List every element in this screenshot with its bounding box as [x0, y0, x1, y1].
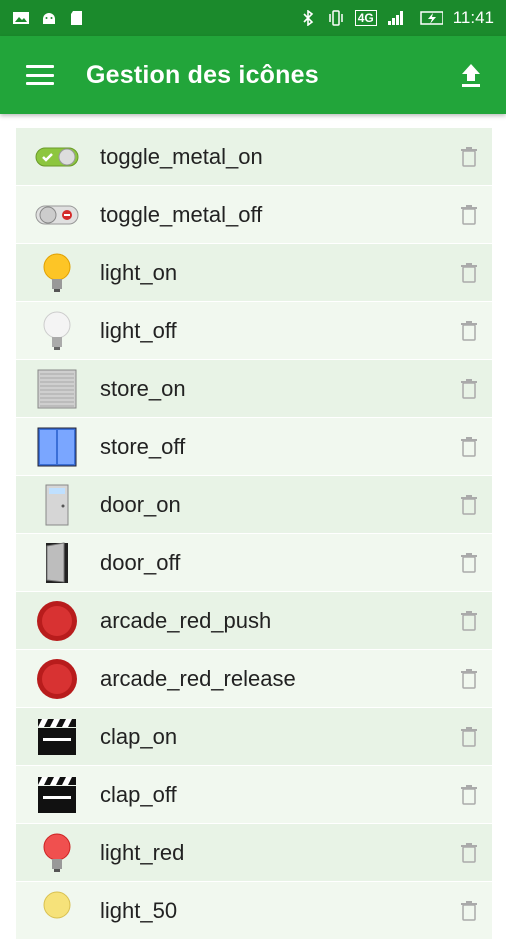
list-item[interactable]: toggle_metal_off: [16, 186, 492, 243]
trash-icon[interactable]: [460, 262, 478, 284]
icon-name-label: toggle_metal_on: [100, 143, 263, 169]
list-item[interactable]: arcade_red_release: [16, 650, 492, 707]
trash-icon[interactable]: [460, 610, 478, 632]
icon-name-label: door_on: [100, 491, 181, 517]
trash-icon[interactable]: [460, 320, 478, 342]
signal-icon: [387, 11, 403, 25]
store-off-icon: [34, 425, 80, 469]
list-item[interactable]: door_on: [16, 476, 492, 533]
icon-name-label: light_on: [100, 259, 178, 285]
upload-icon[interactable]: [460, 62, 482, 88]
icon-name-label: arcade_red_release: [100, 665, 296, 691]
battery-charging-icon: [419, 11, 443, 25]
trash-icon[interactable]: [460, 900, 478, 922]
trash-icon[interactable]: [460, 552, 478, 574]
toggle-on-icon: [34, 135, 80, 179]
trash-icon[interactable]: [460, 146, 478, 168]
clock: 11:41: [452, 8, 494, 27]
list-item[interactable]: clap_on: [16, 708, 492, 765]
trash-icon[interactable]: [460, 668, 478, 690]
bulb-yellow-icon: [34, 889, 80, 933]
vibrate-icon: [328, 10, 343, 26]
network-type: 4G: [354, 10, 377, 26]
icon-name-label: light_50: [100, 897, 178, 923]
door-on-icon: [34, 483, 80, 527]
bulb-on-icon: [34, 251, 80, 295]
bulb-off-icon: [34, 309, 80, 353]
icon-list: toggle_metal_on toggle_metal_off light_onl…: [16, 128, 492, 940]
menu-icon[interactable]: [26, 65, 54, 85]
list-item[interactable]: store_on: [16, 360, 492, 417]
trash-icon[interactable]: [460, 494, 478, 516]
list-item[interactable]: light_off: [16, 302, 492, 359]
bulb-red-icon: [34, 831, 80, 875]
icon-name-label: light_red: [100, 839, 185, 865]
trash-icon[interactable]: [460, 436, 478, 458]
icon-name-label: store_off: [100, 433, 186, 459]
store-on-icon: [34, 367, 80, 411]
trash-icon[interactable]: [460, 842, 478, 864]
icon-name-label: arcade_red_push: [100, 607, 272, 633]
icon-name-label: light_off: [100, 317, 177, 343]
trash-icon[interactable]: [460, 726, 478, 748]
arcade-icon: [34, 657, 80, 701]
trash-icon[interactable]: [460, 784, 478, 806]
clap-icon: [34, 715, 80, 759]
page-title: Gestion des icônes: [86, 60, 319, 89]
sd-card-icon: [71, 11, 82, 25]
list-item[interactable]: light_red: [16, 824, 492, 881]
list-item[interactable]: clap_off: [16, 766, 492, 823]
list-item[interactable]: light_50: [16, 882, 492, 939]
list-item[interactable]: arcade_red_push: [16, 592, 492, 649]
arcade-icon: [34, 599, 80, 643]
trash-icon[interactable]: [460, 204, 478, 226]
app-bar: Gestion des icônes: [0, 36, 506, 114]
icon-name-label: clap_off: [100, 781, 177, 807]
icon-name-label: door_off: [100, 549, 181, 575]
icon-name-label: toggle_metal_off: [100, 201, 263, 227]
toggle-off-icon: [34, 193, 80, 237]
list-item[interactable]: light_on: [16, 244, 492, 301]
icon-name-label: store_on: [100, 375, 186, 401]
clap-icon: [34, 773, 80, 817]
bluetooth-icon: [303, 10, 313, 26]
trash-icon[interactable]: [460, 378, 478, 400]
list-item[interactable]: door_off: [16, 534, 492, 591]
door-off-icon: [34, 541, 80, 585]
status-bar: 4G 11:41: [0, 0, 506, 36]
icon-name-label: clap_on: [100, 723, 178, 749]
list-item[interactable]: store_off: [16, 418, 492, 475]
image-icon: [13, 12, 29, 24]
list-item[interactable]: toggle_metal_on: [16, 128, 492, 185]
android-icon: [43, 13, 55, 24]
